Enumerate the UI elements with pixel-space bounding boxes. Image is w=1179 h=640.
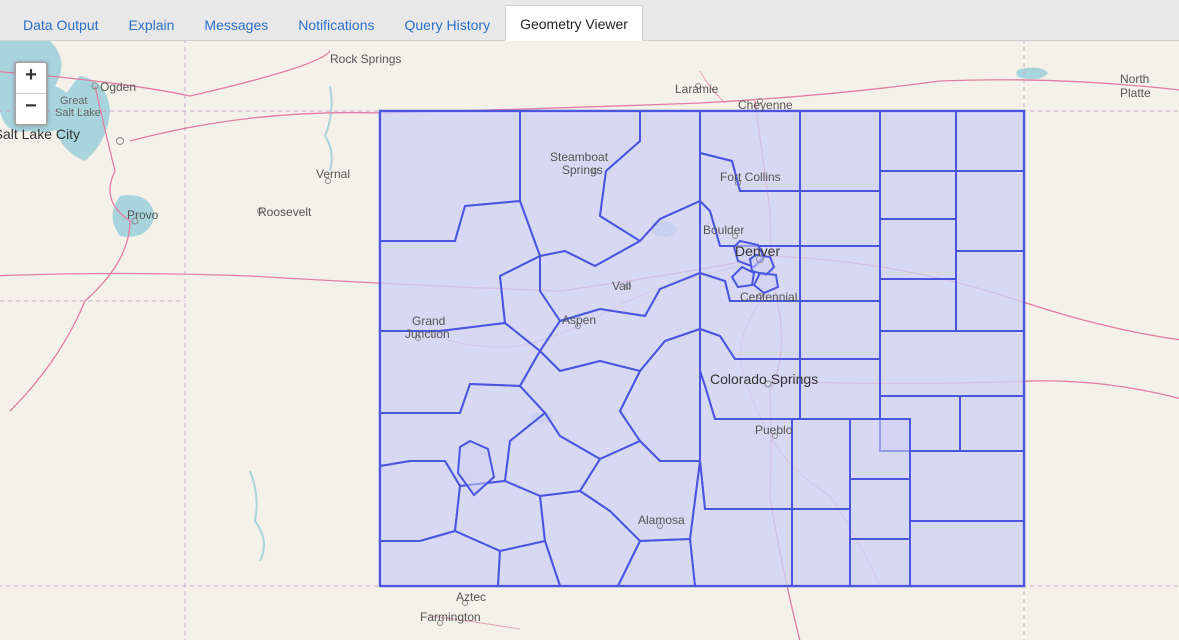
label-farmington: Farmington bbox=[420, 610, 481, 624]
label-centennial: Centennial bbox=[740, 290, 797, 304]
label-ogden: Ogden bbox=[100, 80, 136, 94]
label-north-platte-1: North bbox=[1120, 72, 1149, 86]
label-aztec: Aztec bbox=[456, 590, 486, 604]
tab-explain[interactable]: Explain bbox=[114, 6, 190, 41]
zoom-out-button[interactable]: − bbox=[16, 93, 46, 124]
label-cheyenne: Cheyenne bbox=[738, 98, 793, 112]
geometry-viewer-map[interactable]: Ogden Salt Lake City Great Salt Lake Pro… bbox=[0, 41, 1179, 640]
label-vernal: Vernal bbox=[316, 167, 350, 181]
result-tabs: Data Output Explain Messages Notificatio… bbox=[0, 0, 1179, 41]
label-pueblo: Pueblo bbox=[755, 423, 793, 437]
label-steamboat-1: Steamboat bbox=[550, 150, 609, 164]
label-north-platte-2: Platte bbox=[1120, 86, 1151, 100]
label-aspen: Aspen bbox=[562, 313, 596, 327]
map-svg: Ogden Salt Lake City Great Salt Lake Pro… bbox=[0, 41, 1179, 640]
label-provo: Provo bbox=[127, 208, 159, 222]
tab-messages[interactable]: Messages bbox=[189, 6, 283, 41]
label-grand-junction-1: Grand bbox=[412, 314, 445, 328]
label-grand-junction-2: Junction bbox=[405, 327, 450, 341]
tab-geometry-viewer[interactable]: Geometry Viewer bbox=[505, 5, 643, 41]
label-laramie: Laramie bbox=[675, 82, 719, 96]
tab-query-history[interactable]: Query History bbox=[390, 6, 506, 41]
tab-data-output[interactable]: Data Output bbox=[8, 6, 114, 41]
tab-notifications[interactable]: Notifications bbox=[283, 6, 389, 41]
zoom-controls: + − bbox=[14, 61, 48, 126]
label-boulder: Boulder bbox=[703, 223, 744, 237]
label-great-salt-lake-1: Great bbox=[60, 95, 88, 107]
label-colorado-springs: Colorado Springs bbox=[710, 371, 818, 387]
label-rock-springs: Rock Springs bbox=[330, 52, 401, 66]
label-vail: Vail bbox=[612, 279, 631, 293]
label-salt-lake-city: Salt Lake City bbox=[0, 126, 80, 142]
label-alamosa: Alamosa bbox=[638, 513, 685, 527]
zoom-in-button[interactable]: + bbox=[16, 63, 46, 93]
label-fort-collins: Fort Collins bbox=[720, 170, 781, 184]
label-denver: Denver bbox=[735, 243, 780, 259]
label-great-salt-lake-2: Salt Lake bbox=[55, 107, 101, 119]
geometry-overlay-colorado-counties bbox=[380, 111, 1024, 586]
label-steamboat-2: Springs bbox=[562, 163, 603, 177]
label-roosevelt: Roosevelt bbox=[258, 205, 312, 219]
